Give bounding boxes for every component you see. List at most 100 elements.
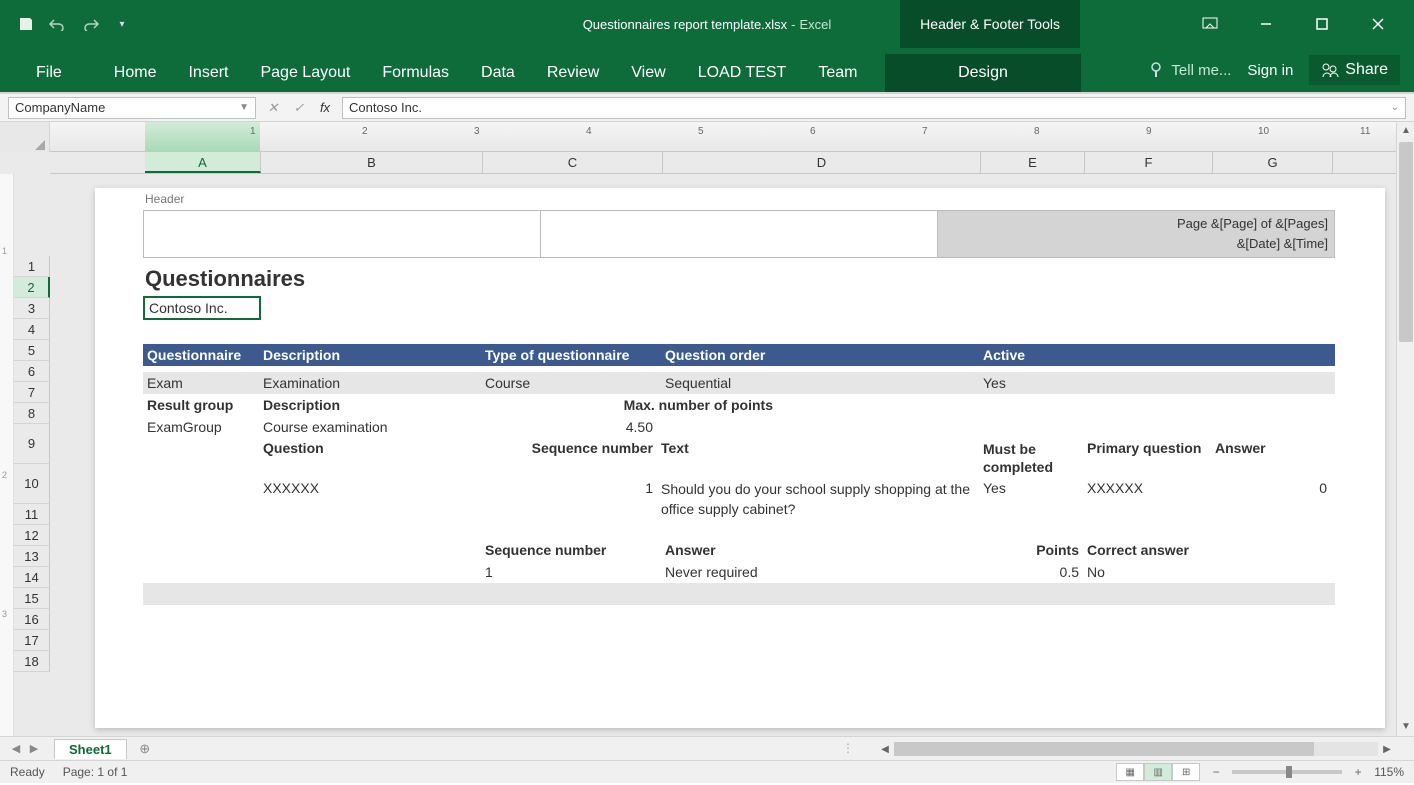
row-header[interactable]: 10: [14, 464, 50, 504]
scroll-left-button[interactable]: ◀: [876, 744, 894, 755]
row-header[interactable]: 9: [14, 424, 50, 464]
sheet-tab-sheet1[interactable]: Sheet1: [54, 739, 127, 759]
row-header[interactable]: 15: [14, 588, 50, 609]
zoom-out-button[interactable]: −: [1210, 765, 1222, 779]
context-tab-header-footer: Header & Footer Tools: [900, 0, 1080, 48]
row-header[interactable]: 8: [14, 403, 50, 424]
tab-design[interactable]: Design: [885, 54, 1081, 92]
tab-view[interactable]: View: [615, 54, 681, 92]
maximize-button[interactable]: [1304, 6, 1340, 42]
tab-file[interactable]: File: [20, 54, 78, 92]
close-button[interactable]: [1360, 6, 1396, 42]
save-button[interactable]: [12, 10, 40, 38]
row-header[interactable]: 1: [14, 256, 50, 277]
redo-button[interactable]: [76, 10, 104, 38]
scroll-thumb[interactable]: [1399, 142, 1413, 342]
table-row[interactable]: Question Sequence number Text Must be co…: [143, 438, 1335, 478]
sheet-nav: ◀ ▶: [0, 742, 50, 755]
cancel-formula-button[interactable]: ✕: [264, 100, 282, 116]
col-header-b[interactable]: B: [261, 152, 483, 173]
tab-team[interactable]: Team: [802, 54, 873, 92]
document-title[interactable]: Questionnaires: [143, 262, 1335, 296]
table-row[interactable]: 1 Never required 0.5 No: [143, 561, 1335, 583]
table-row[interactable]: Exam Examination Course Sequential Yes: [143, 372, 1335, 394]
th-questionnaire: Questionnaire: [143, 347, 259, 363]
horizontal-scrollbar[interactable]: ◀ ▶: [876, 740, 1396, 758]
fx-button[interactable]: fx: [316, 100, 334, 115]
col-header-e[interactable]: E: [981, 152, 1085, 173]
view-normal-button[interactable]: ▦: [1116, 763, 1144, 781]
tell-me-input[interactable]: Tell me...: [1147, 61, 1231, 79]
row-header[interactable]: 17: [14, 630, 50, 651]
qat-customize-button[interactable]: ▾: [108, 10, 136, 38]
ribbon-options-button[interactable]: [1192, 6, 1228, 42]
enter-formula-button[interactable]: ✓: [290, 100, 308, 116]
scroll-up-button[interactable]: ▲: [1397, 122, 1414, 140]
tab-page-layout[interactable]: Page Layout: [244, 54, 366, 92]
view-page-break-button[interactable]: ⊞: [1172, 763, 1200, 781]
tab-home[interactable]: Home: [98, 54, 173, 92]
view-page-layout-button[interactable]: ▥: [1144, 763, 1172, 781]
row-header[interactable]: 13: [14, 546, 50, 567]
zoom-in-button[interactable]: +: [1352, 765, 1364, 779]
add-sheet-button[interactable]: ⊕: [133, 739, 157, 759]
tab-split-handle[interactable]: ⋮: [842, 741, 854, 757]
table-row[interactable]: Sequence number Answer Points Correct an…: [143, 539, 1335, 561]
col-header-f[interactable]: F: [1085, 152, 1213, 173]
zoom-level[interactable]: 115%: [1374, 765, 1404, 779]
row-header[interactable]: 12: [14, 525, 50, 546]
col-header-d[interactable]: D: [663, 152, 981, 173]
window-title: Questionnaires report template.xlsx - Ex…: [583, 17, 832, 32]
row-header[interactable]: 6: [14, 361, 50, 382]
scroll-right-button[interactable]: ▶: [1378, 744, 1396, 755]
row-header[interactable]: 4: [14, 319, 50, 340]
tab-insert[interactable]: Insert: [172, 54, 244, 92]
zoom-slider[interactable]: [1232, 770, 1342, 774]
header-right-line2: &[Date] &[Time]: [944, 234, 1328, 254]
row-header[interactable]: 5: [14, 340, 50, 361]
col-header-c[interactable]: C: [483, 152, 663, 173]
page-canvas[interactable]: Header Page &[Page] of &[Pages] &[Date] …: [50, 174, 1396, 736]
sheet-nav-first[interactable]: ◀: [8, 742, 24, 755]
row-header[interactable]: 18: [14, 651, 50, 672]
row-header[interactable]: 11: [14, 504, 50, 525]
scroll-down-button[interactable]: ▼: [1397, 718, 1414, 736]
name-box-value: CompanyName: [15, 100, 105, 115]
chevron-down-icon[interactable]: ▼: [239, 102, 249, 113]
sheet-nav-last[interactable]: ▶: [26, 742, 42, 755]
header-label: Header: [145, 192, 184, 206]
hscroll-thumb[interactable]: [894, 742, 1314, 756]
table-row[interactable]: [143, 583, 1335, 605]
name-box[interactable]: CompanyName ▼: [8, 97, 256, 119]
formula-input[interactable]: Contoso Inc. ⌄: [342, 97, 1406, 119]
header-center-input[interactable]: [541, 211, 938, 257]
horizontal-ruler[interactable]: 1 2 3 4 5 6 7 8 9 10 11: [50, 122, 1396, 152]
app-label: Excel: [800, 17, 832, 32]
tell-me-placeholder: Tell me...: [1171, 62, 1231, 79]
table-row[interactable]: XXXXXX 1 Should you do your school suppl…: [143, 478, 1335, 518]
formula-expand-icon[interactable]: ⌄: [1391, 102, 1399, 113]
tab-review[interactable]: Review: [531, 54, 615, 92]
active-cell-company[interactable]: Contoso Inc.: [143, 296, 261, 320]
row-header[interactable]: 14: [14, 567, 50, 588]
tab-load-test[interactable]: LOAD TEST: [682, 54, 803, 92]
table-row[interactable]: Result group Description Max. number of …: [143, 394, 1335, 416]
share-button[interactable]: Share: [1309, 55, 1400, 85]
header-right-input[interactable]: Page &[Page] of &[Pages] &[Date] &[Time]: [938, 211, 1334, 257]
vertical-scrollbar[interactable]: ▲ ▼: [1396, 122, 1414, 736]
table-row[interactable]: ExamGroup Course examination 4.50: [143, 416, 1335, 438]
col-header-g[interactable]: G: [1213, 152, 1333, 173]
minimize-button[interactable]: [1248, 6, 1284, 42]
tab-formulas[interactable]: Formulas: [366, 54, 465, 92]
header-left-input[interactable]: [144, 211, 541, 257]
tab-data[interactable]: Data: [465, 54, 531, 92]
select-all-corner[interactable]: [0, 122, 50, 152]
ribbon-tabs: File Home Insert Page Layout Formulas Da…: [0, 48, 1414, 92]
row-header[interactable]: 16: [14, 609, 50, 630]
col-header-a[interactable]: A: [145, 152, 261, 173]
row-header[interactable]: 3: [14, 298, 50, 319]
undo-button[interactable]: [44, 10, 72, 38]
row-header[interactable]: 2: [14, 277, 50, 298]
row-header[interactable]: 7: [14, 382, 50, 403]
sign-in-button[interactable]: Sign in: [1247, 62, 1293, 79]
